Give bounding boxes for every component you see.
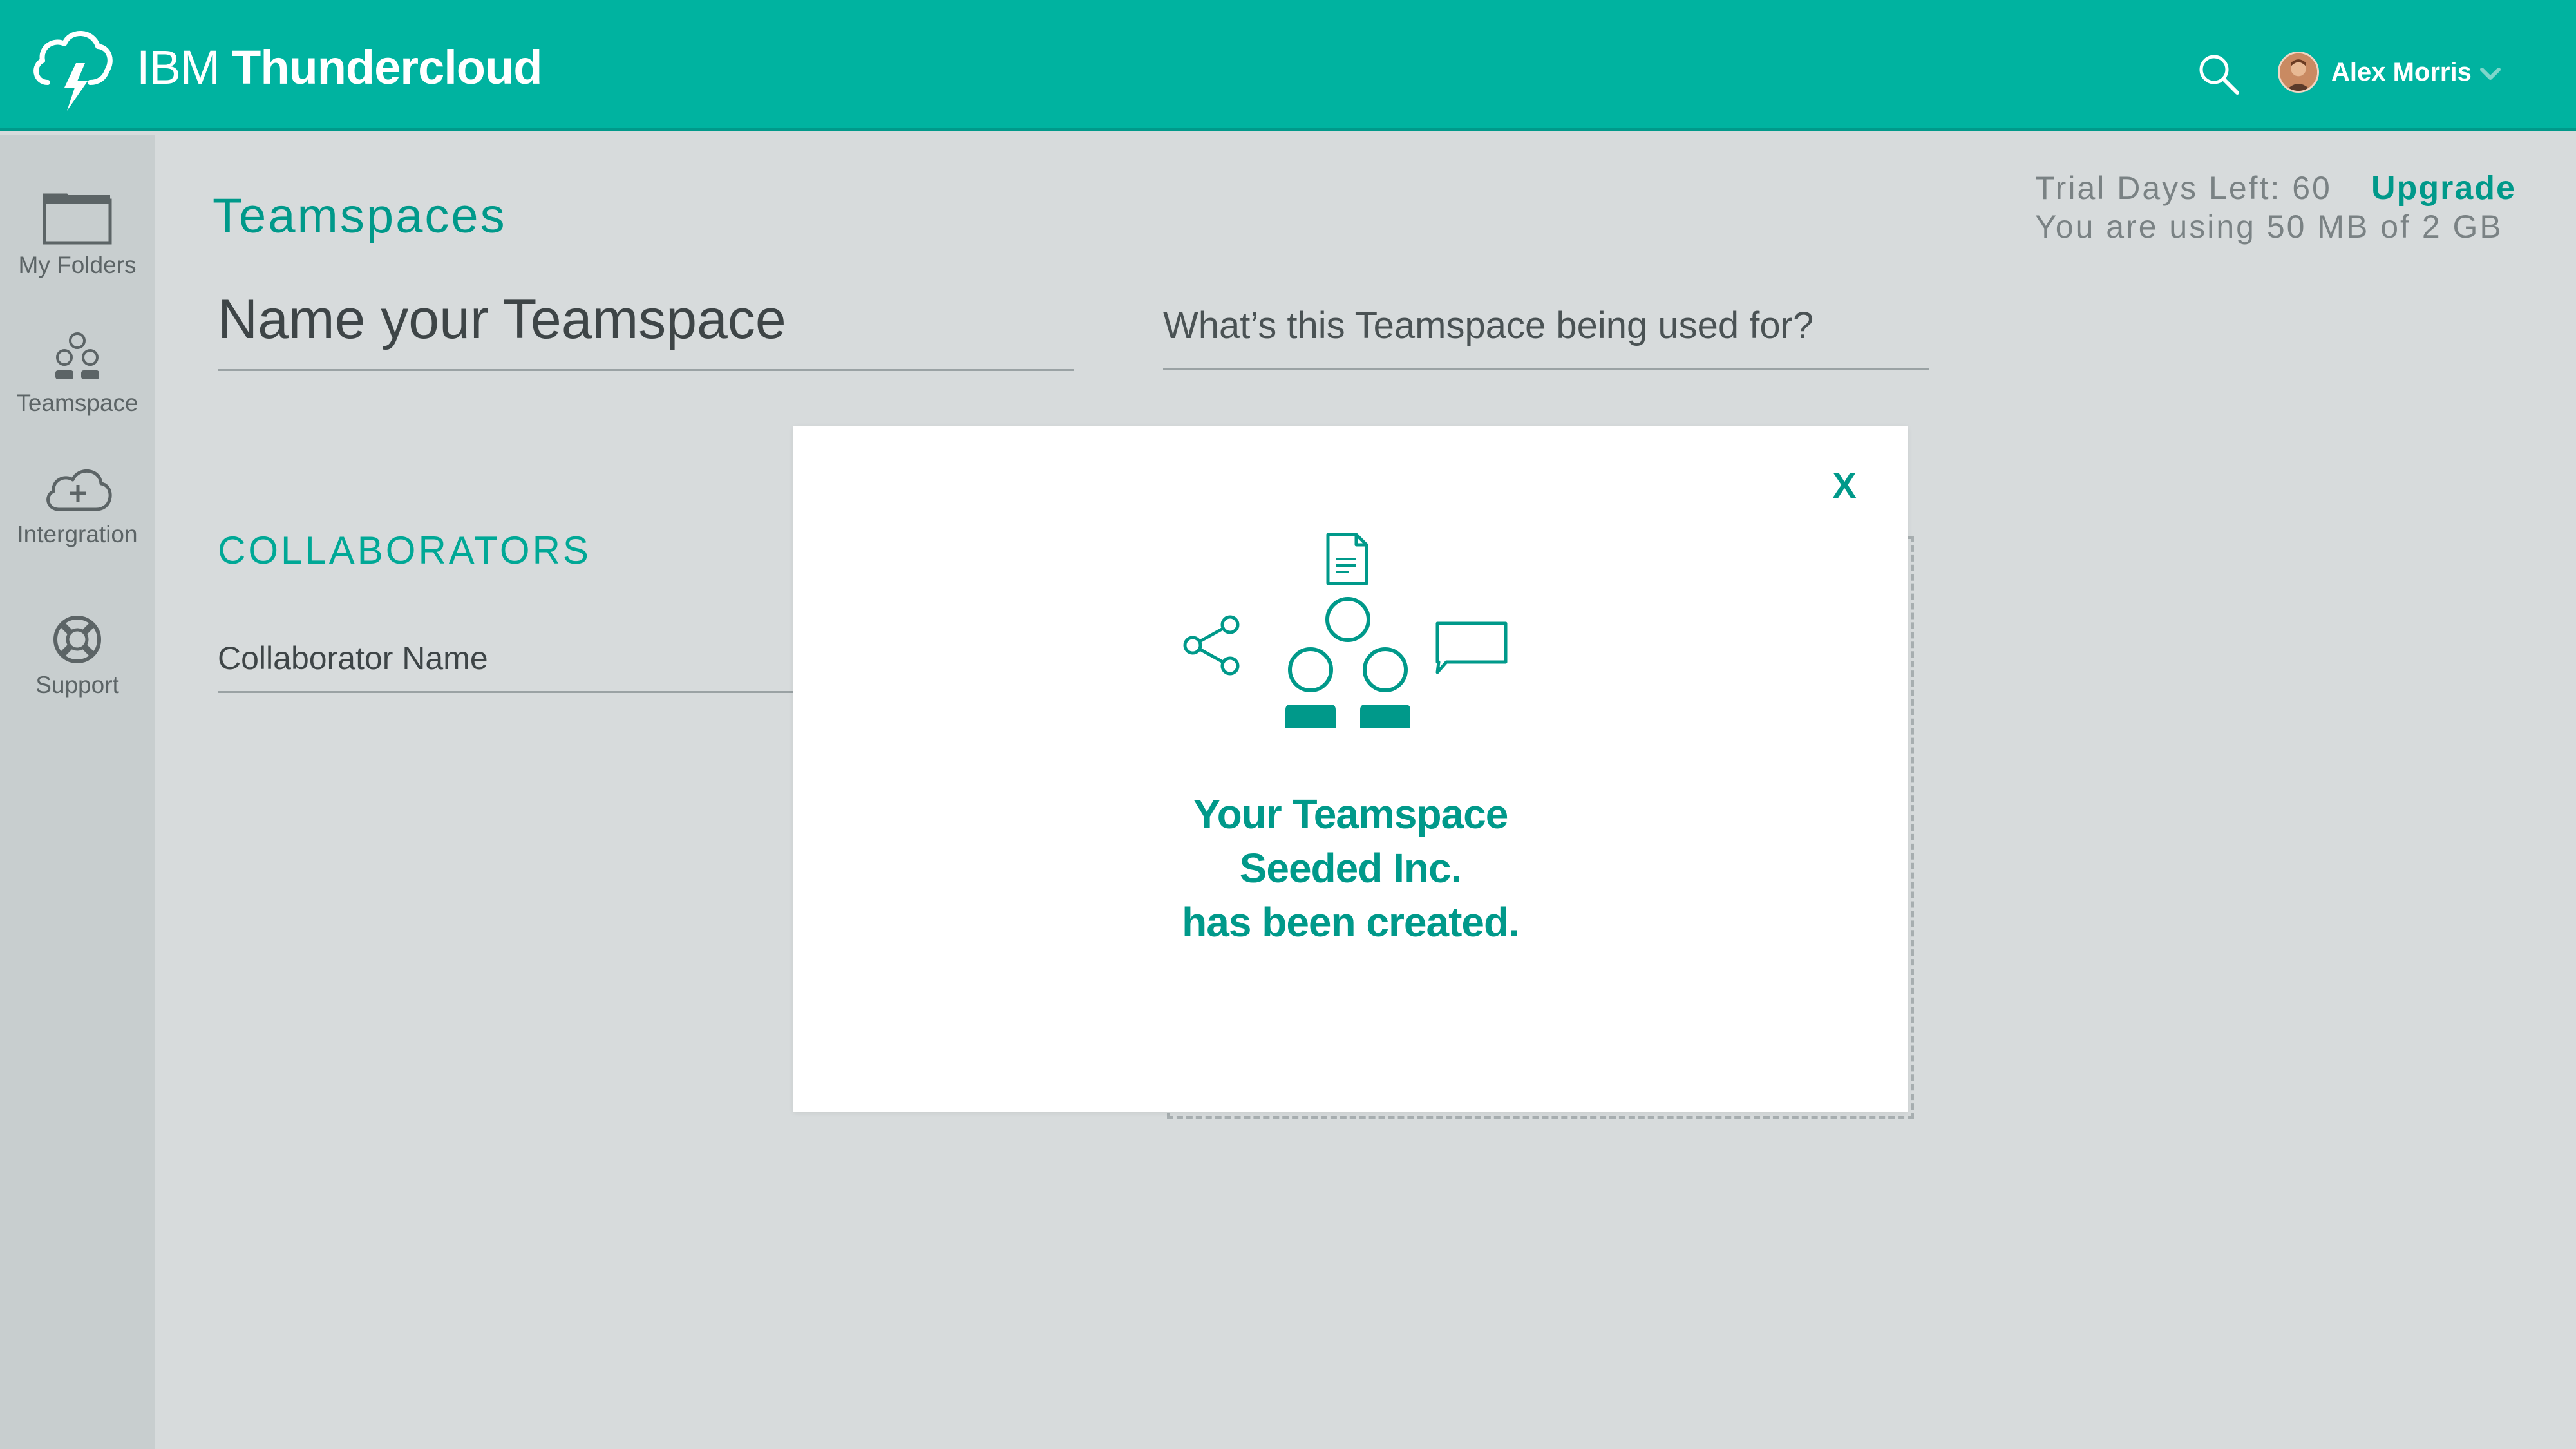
success-message: Your Teamspace Seeded Inc. has been crea… — [793, 787, 1908, 949]
search-icon[interactable] — [2196, 52, 2241, 97]
top-bar: IBM Thundercloud Alex Morris — [0, 0, 2576, 131]
sidebar-item-label: Support — [35, 672, 119, 698]
lifebuoy-icon — [53, 616, 101, 663]
teamspace-name-input[interactable] — [218, 270, 1074, 371]
collaborator-name-input[interactable] — [218, 625, 797, 693]
teamspace-illustration — [1183, 533, 1508, 728]
team-icon — [55, 332, 99, 379]
brand-bold: Thundercloud — [232, 41, 542, 94]
folder-icon — [43, 193, 112, 245]
cloud-add-icon — [46, 469, 112, 511]
sidebar-item-my-folders[interactable]: My Folders — [0, 191, 155, 279]
success-modal: X Your Teamspace Seeded Inc. has been cr… — [793, 426, 1908, 1112]
share-icon — [1183, 615, 1240, 676]
sidebar-item-support[interactable]: Support — [0, 614, 155, 699]
trial-days-text: Trial Days Left: 60 — [2035, 170, 2332, 206]
sidebar-item-label: Teamspace — [16, 390, 138, 416]
user-name[interactable]: Alex Morris — [2331, 58, 2472, 87]
document-icon — [1326, 533, 1368, 585]
sidebar-item-teamspace[interactable]: Teamspace — [0, 332, 155, 417]
sidebar-item-integration[interactable]: Intergration — [0, 463, 155, 548]
storage-usage-text: You are using 50 MB of 2 GB — [2035, 209, 2503, 245]
cloud-lightning-icon — [33, 31, 113, 111]
success-message-line: has been created. — [1182, 899, 1520, 945]
avatar-face-icon — [2280, 53, 2317, 91]
upgrade-link[interactable]: Upgrade — [2371, 169, 2516, 207]
sidebar-item-label: My Folders — [18, 252, 137, 278]
close-button[interactable]: X — [1824, 465, 1865, 506]
team-icon — [1285, 597, 1410, 728]
sidebar-item-label: Intergration — [17, 521, 138, 547]
chevron-down-icon[interactable] — [2479, 67, 2501, 81]
brand-light: IBM — [137, 41, 220, 94]
success-message-line: Your Teamspace — [1193, 791, 1509, 837]
page-title: Teamspaces — [213, 189, 507, 243]
success-message-line: Seeded Inc. — [1239, 845, 1463, 891]
collaborators-heading: COLLABORATORS — [218, 529, 591, 572]
teamspace-purpose-input[interactable] — [1163, 283, 1929, 370]
sidebar: My Folders Teamspace Intergration Suppor… — [0, 135, 155, 1449]
avatar[interactable] — [2278, 52, 2319, 93]
chat-bubble-icon — [1435, 621, 1508, 674]
app-brand[interactable]: IBM Thundercloud — [137, 40, 542, 95]
